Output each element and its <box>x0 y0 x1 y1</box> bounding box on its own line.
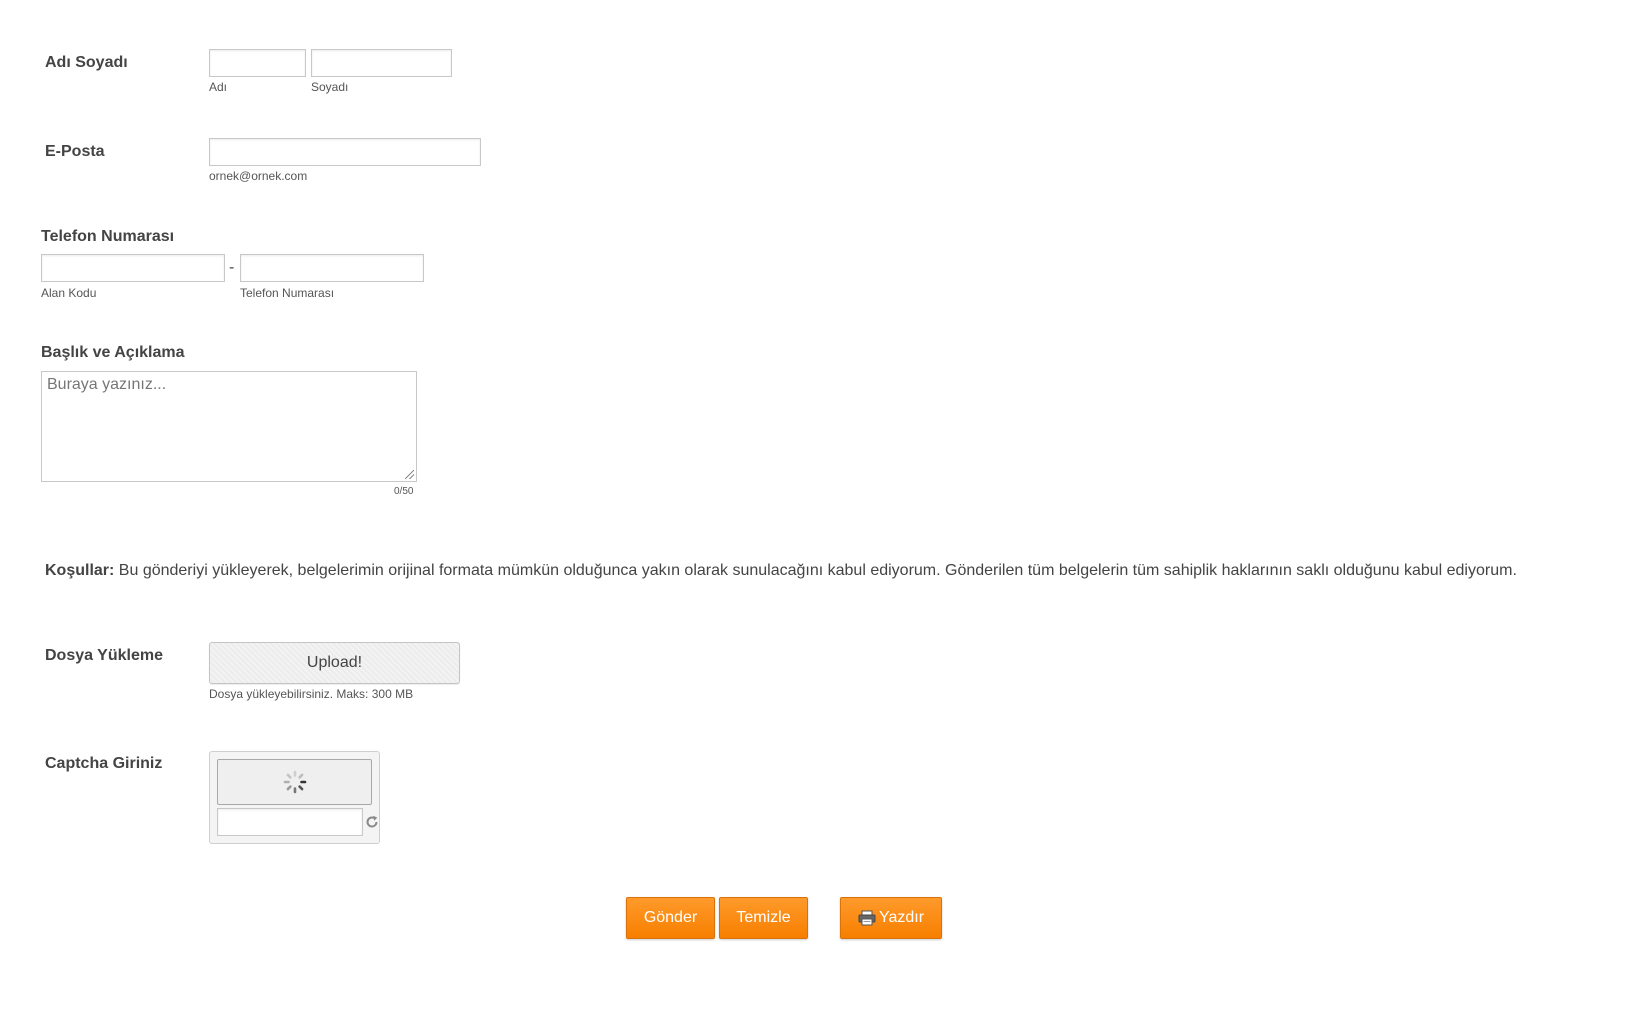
phone-separator: - <box>229 259 235 276</box>
clear-button[interactable]: Temizle <box>719 897 808 939</box>
name-label: Adı Soyadı <box>45 54 128 71</box>
resize-grip-icon[interactable] <box>405 470 414 479</box>
captcha-input[interactable] <box>217 808 363 836</box>
refresh-icon[interactable] <box>365 815 379 829</box>
email-sublabel: ornek@ornek.com <box>209 169 308 183</box>
terms-text: Koşullar: Bu gönderiyi yükleyerek, belge… <box>45 562 1517 580</box>
first-name-sublabel: Adı <box>209 80 228 94</box>
last-name-sublabel: Soyadı <box>311 80 349 94</box>
loading-spinner-icon <box>283 770 306 794</box>
description-label: Başlık ve Açıklama <box>41 344 185 361</box>
upload-button[interactable]: Upload! <box>209 642 460 684</box>
submit-button[interactable]: Gönder <box>626 897 715 939</box>
print-button[interactable]: Yazdır <box>840 897 942 939</box>
upload-label: Dosya Yükleme <box>45 647 163 664</box>
terms-body: Bu gönderiyi yükleyerek, belgelerimin or… <box>118 562 1517 579</box>
print-button-label: Yazdır <box>878 909 925 926</box>
phone-number-sublabel: Telefon Numarası <box>240 286 335 300</box>
area-code-sublabel: Alan Kodu <box>41 286 97 300</box>
description-textarea[interactable]: Buraya yazınız... <box>41 371 417 482</box>
terms-title: Koşullar: <box>45 562 115 579</box>
last-name-input[interactable] <box>311 49 452 77</box>
first-name-input[interactable] <box>209 49 306 77</box>
area-code-input[interactable] <box>41 254 225 282</box>
phone-label: Telefon Numarası <box>41 228 175 245</box>
description-placeholder: Buraya yazınız... <box>47 376 167 393</box>
email-label: E-Posta <box>45 143 105 160</box>
captcha-label: Captcha Giriniz <box>45 755 163 772</box>
captcha-image <box>217 759 372 805</box>
captcha-box <box>209 751 380 844</box>
phone-number-input[interactable] <box>240 254 424 282</box>
email-input[interactable] <box>209 138 481 166</box>
printer-icon <box>858 910 876 926</box>
upload-sublabel: Dosya yükleyebilirsiniz. Maks: 300 MB <box>209 687 414 701</box>
char-counter: 0/50 <box>394 486 414 497</box>
